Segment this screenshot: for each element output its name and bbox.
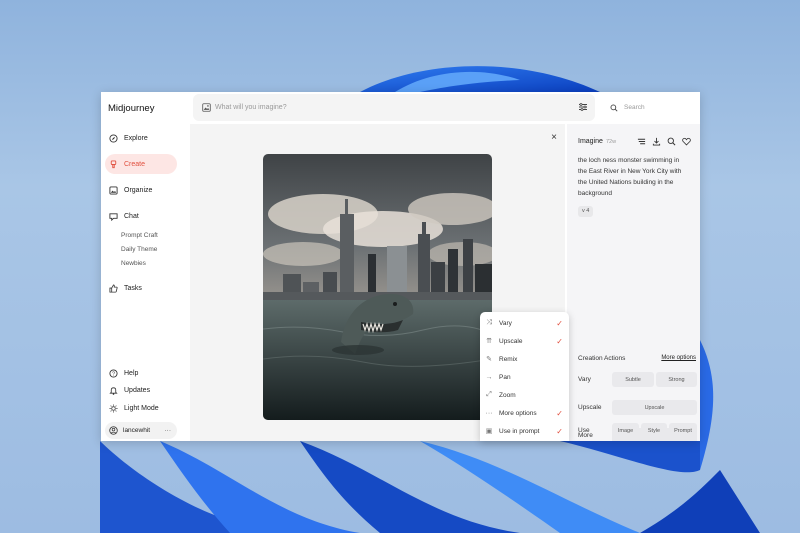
loch-ness-image xyxy=(263,154,492,420)
check-icon: ✓ xyxy=(556,408,563,418)
nav-chat[interactable]: Chat xyxy=(105,206,177,226)
nav-organize-label: Organize xyxy=(124,186,153,194)
nav-light-mode[interactable]: Light Mode xyxy=(105,398,177,418)
upscale-button[interactable]: Upscale xyxy=(612,400,697,415)
image-context-menu: ⤨ Vary ✓ ⇈ Upscale ✓ ✎ Remix → Pan ⤢ Zoo… xyxy=(480,312,569,441)
use-style-button[interactable]: Style xyxy=(641,423,667,438)
vary-label: Vary xyxy=(578,376,591,383)
more-options-link[interactable]: More options xyxy=(661,355,696,361)
nav-tasks[interactable]: Tasks xyxy=(105,278,177,298)
menu-item-pan[interactable]: → Pan xyxy=(480,368,569,386)
upscale-label: Upscale xyxy=(578,404,602,411)
panel-actions xyxy=(637,137,691,148)
user-more-icon[interactable]: ··· xyxy=(165,427,172,434)
help-icon: ? xyxy=(109,368,118,378)
nav-create-label: Create xyxy=(124,160,146,168)
image-icon[interactable] xyxy=(202,103,211,112)
menu-item-label: Vary xyxy=(499,319,512,327)
nav-create[interactable]: Create xyxy=(105,154,177,174)
user-menu[interactable]: lancewhit ··· xyxy=(105,422,177,439)
menu-item-vary[interactable]: ⤨ Vary ✓ xyxy=(480,314,569,332)
menu-item-remix[interactable]: ✎ Remix xyxy=(480,350,569,368)
nav-tasks-label: Tasks xyxy=(124,284,142,292)
nav-organize[interactable]: Organize xyxy=(105,180,177,200)
imagine-bar[interactable]: What will you imagine? xyxy=(193,94,595,121)
menu-item-label: Remix xyxy=(499,355,518,363)
folder-image-icon xyxy=(109,185,118,195)
search-box[interactable]: Search xyxy=(603,96,700,119)
chat-room-newbies[interactable]: Newbies xyxy=(121,260,146,267)
close-icon[interactable]: × xyxy=(551,132,557,143)
creation-actions-heading: Creation Actions xyxy=(578,355,626,362)
menu-item-label: Upscale xyxy=(499,337,523,345)
menu-item-upscale[interactable]: ⇈ Upscale ✓ xyxy=(480,332,569,350)
menu-item-more-options[interactable]: ··· More options ✓ xyxy=(480,404,569,422)
menu-item-label: More options xyxy=(499,409,537,417)
brush-icon xyxy=(109,159,118,169)
search-icon xyxy=(610,104,618,112)
nav-explore-label: Explore xyxy=(124,134,148,142)
check-icon: ✓ xyxy=(556,336,563,346)
username: lancewhit xyxy=(123,427,151,434)
search-similar-icon[interactable] xyxy=(667,137,676,148)
nav-updates-label: Updates xyxy=(124,386,151,394)
compass-icon xyxy=(109,133,118,143)
imagine-input[interactable]: What will you imagine? xyxy=(215,104,287,111)
menu-item-label: Use in prompt xyxy=(499,427,540,435)
use-image-button[interactable]: Image xyxy=(612,423,639,438)
vary-strong-button[interactable]: Strong xyxy=(656,372,697,387)
settings-sliders-icon[interactable] xyxy=(578,99,588,117)
use-prompt-button[interactable]: Prompt xyxy=(669,423,697,438)
version-badge: v 4 xyxy=(578,206,594,217)
arrow-right-icon: → xyxy=(485,373,493,381)
menu-item-label: Zoom xyxy=(499,391,516,399)
use-label: Use xyxy=(578,427,590,434)
sun-icon xyxy=(109,403,118,413)
upscale-icon: ⇈ xyxy=(486,338,492,345)
menu-item-zoom[interactable]: ⤢ Zoom xyxy=(480,386,569,404)
pencil-icon: ✎ xyxy=(486,356,492,363)
menu-item-use-in-prompt[interactable]: ▣ Use in prompt ✓ xyxy=(480,422,569,440)
bell-icon xyxy=(109,386,118,395)
list-icon[interactable] xyxy=(637,137,646,148)
nav-explore[interactable]: Explore xyxy=(105,128,177,148)
chat-icon xyxy=(109,212,118,221)
use-prompt-icon: ▣ xyxy=(485,428,493,435)
nav-help-label: Help xyxy=(124,369,139,377)
panel-time: 72w xyxy=(606,139,617,145)
ellipsis-icon: ··· xyxy=(485,409,493,417)
chat-room-daily-theme[interactable]: Daily Theme xyxy=(121,246,157,253)
heart-icon[interactable] xyxy=(682,137,691,148)
nav-updates[interactable]: Updates xyxy=(105,380,177,400)
menu-item-label: Pan xyxy=(499,373,511,381)
brand-logo: Midjourney xyxy=(108,103,155,114)
prompt-text[interactable]: the loch ness monster swimming in the Ea… xyxy=(578,155,688,199)
svg-text:?: ? xyxy=(112,371,115,377)
generated-image[interactable] xyxy=(263,154,492,420)
expand-icon: ⤢ xyxy=(486,391,492,398)
vary-subtle-button[interactable]: Subtle xyxy=(612,372,654,387)
details-panel: Imagine 72w the loch ness monster swimmi… xyxy=(567,124,700,441)
panel-title: Imagine xyxy=(578,138,603,145)
sidebar: Midjourney Explore Create Organize Chat xyxy=(101,92,190,441)
check-icon: ✓ xyxy=(556,318,563,328)
nav-chat-label: Chat xyxy=(124,212,139,220)
midjourney-window: Midjourney Explore Create Organize Chat xyxy=(101,92,700,441)
check-icon: ✓ xyxy=(556,426,563,436)
chat-room-prompt-craft[interactable]: Prompt Craft xyxy=(121,232,158,239)
download-icon[interactable] xyxy=(652,137,661,148)
nav-light-mode-label: Light Mode xyxy=(124,404,159,412)
search-input[interactable]: Search xyxy=(624,104,645,111)
user-avatar-icon xyxy=(109,426,118,435)
shuffle-icon: ⤨ xyxy=(486,319,492,326)
thumbs-up-icon xyxy=(109,283,118,293)
